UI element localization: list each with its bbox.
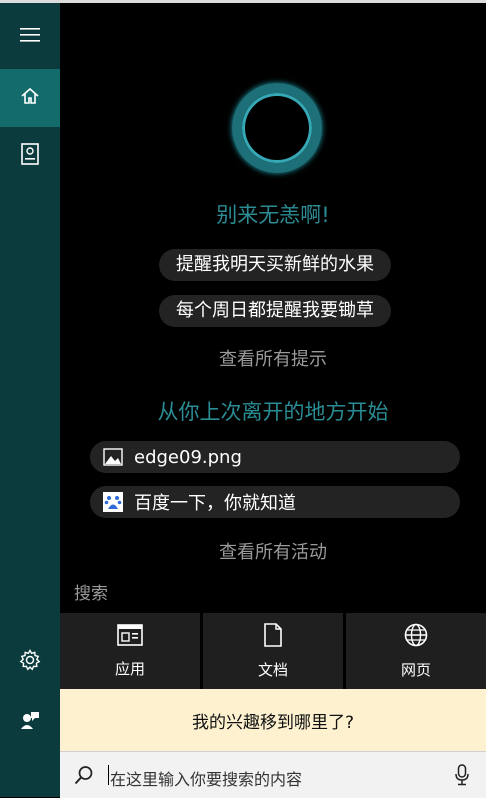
category-documents-button[interactable]: 文档: [203, 613, 343, 689]
category-web-button[interactable]: 网页: [346, 613, 486, 689]
microphone-icon[interactable]: [455, 764, 469, 790]
apps-icon: [117, 623, 143, 650]
search-section-label: 搜索: [74, 584, 108, 604]
gear-icon: [19, 649, 41, 675]
home-icon: [20, 86, 40, 110]
category-label: 文档: [257, 660, 288, 679]
see-all-activity-link[interactable]: 查看所有活动: [60, 538, 486, 564]
globe-icon: [404, 623, 428, 651]
image-icon: [102, 446, 124, 468]
feedback-icon: [19, 709, 41, 735]
recent-item[interactable]: 百度一下，你就知道: [90, 486, 460, 518]
search-icon: [74, 765, 94, 789]
sidebar-item-home[interactable]: [0, 69, 60, 127]
sidebar-item-feedback[interactable]: [0, 693, 60, 751]
interests-banner[interactable]: 我的兴趣移到哪里了?: [60, 689, 486, 751]
banner-text: 我的兴趣移到哪里了?: [191, 712, 355, 733]
sidebar-item-settings[interactable]: [0, 633, 60, 691]
reminder-suggestion[interactable]: 每个周日都提醒我要锄草: [159, 295, 391, 327]
search-bar[interactable]: 在这里输入你要搜索的内容: [60, 751, 486, 798]
search-category-row: 应用 文档 网页: [60, 613, 486, 689]
baidu-icon: [102, 491, 124, 513]
greeting-text: 别来无恙啊!: [216, 203, 330, 227]
category-label: 应用: [114, 659, 145, 678]
category-label: 网页: [400, 660, 431, 679]
document-icon: [263, 622, 283, 651]
hamburger-menu-button[interactable]: [0, 7, 60, 65]
see-all-tips-link[interactable]: 查看所有提示: [60, 345, 486, 371]
text-caret: [108, 765, 109, 785]
continue-section-title: 从你上次离开的地方开始: [157, 400, 389, 424]
recent-item-label: 百度一下，你就知道: [134, 493, 296, 514]
recent-item[interactable]: edge09.png: [90, 441, 460, 473]
recent-item-label: edge09.png: [134, 446, 242, 468]
reminder-suggestion[interactable]: 提醒我明天买新鲜的水果: [159, 249, 391, 281]
sidebar: [0, 3, 60, 797]
search-input[interactable]: 在这里输入你要搜索的内容: [110, 766, 302, 790]
cortana-ring-icon: [232, 83, 322, 173]
hamburger-icon: [20, 27, 40, 46]
category-apps-button[interactable]: 应用: [60, 613, 200, 689]
sidebar-item-notebook[interactable]: [0, 127, 60, 185]
cortana-panel: 别来无恙啊! 提醒我明天买新鲜的水果 每个周日都提醒我要锄草 查看所有提示 从你…: [60, 3, 486, 798]
notebook-icon: [21, 143, 39, 169]
